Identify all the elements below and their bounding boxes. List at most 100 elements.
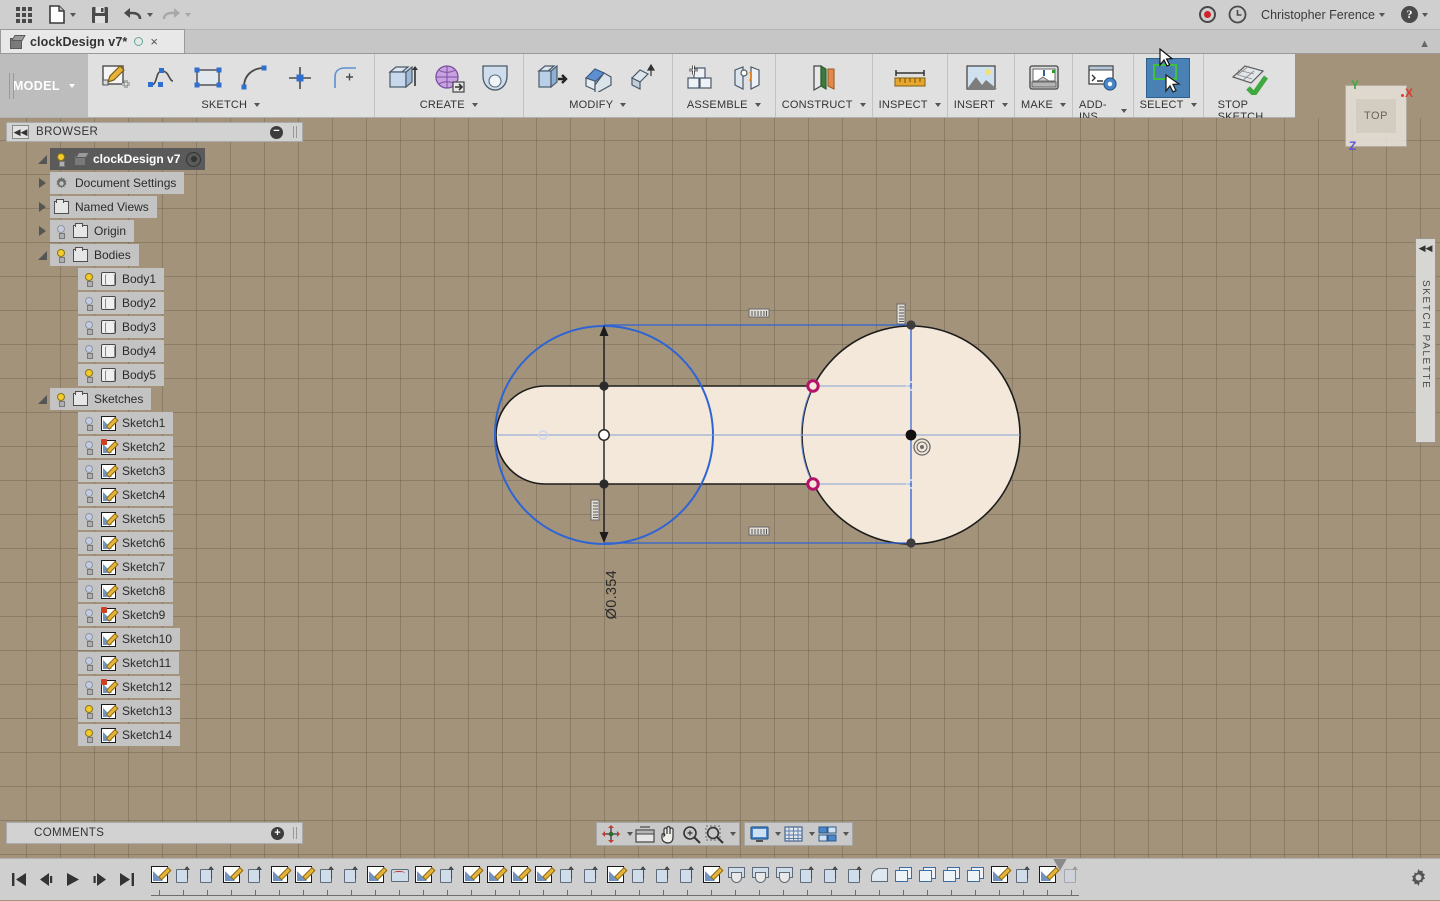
timeline-feature-sketch[interactable]: [220, 863, 243, 886]
fillet-button[interactable]: [576, 58, 620, 98]
close-icon[interactable]: ×: [150, 35, 158, 48]
tree-item-sketch13[interactable]: Sketch13: [78, 700, 180, 722]
tree-item-bodies[interactable]: Bodies: [50, 244, 139, 266]
visibility-bulb-icon[interactable]: [82, 464, 95, 479]
timeline-feature-extrude[interactable]: [652, 863, 675, 886]
timeline-feature-loft[interactable]: [388, 863, 411, 886]
undo-button[interactable]: [120, 1, 156, 29]
chevron-down-icon[interactable]: [843, 832, 849, 836]
timeline-feature-sketch[interactable]: [700, 863, 723, 886]
visibility-bulb-icon[interactable]: [82, 608, 95, 623]
vertical-constraint-icon-right[interactable]: [895, 303, 907, 325]
timeline-feature-sketch[interactable]: [1036, 863, 1059, 886]
measure-button[interactable]: [888, 58, 932, 98]
help-menu[interactable]: ?: [1399, 6, 1430, 23]
create-sketch-button[interactable]: [94, 58, 138, 98]
skip-to-beginning-button[interactable]: [8, 868, 30, 892]
visibility-bulb-icon[interactable]: [82, 416, 95, 431]
tree-item-sketch6[interactable]: Sketch6: [78, 532, 173, 554]
timeline-feature-extrude[interactable]: [1012, 863, 1035, 886]
visibility-bulb-icon[interactable]: [54, 152, 67, 167]
activate-component-icon[interactable]: [186, 152, 201, 167]
new-document-button[interactable]: [44, 1, 80, 29]
visibility-bulb-icon[interactable]: [82, 440, 95, 455]
collapse-ribbon-icon[interactable]: ▲: [1419, 38, 1430, 50]
visibility-bulb-icon[interactable]: [82, 272, 95, 287]
visibility-bulb-icon[interactable]: [82, 488, 95, 503]
tree-item-sketch1[interactable]: Sketch1: [78, 412, 173, 434]
visibility-bulb-icon[interactable]: [54, 248, 67, 263]
timeline-feature-extrude[interactable]: [796, 863, 819, 886]
tree-item-sketch4[interactable]: Sketch4: [78, 484, 173, 506]
3d-print-button[interactable]: [1022, 58, 1066, 98]
ribbon-group-label[interactable]: SKETCH: [201, 99, 260, 111]
visibility-bulb-icon[interactable]: [54, 224, 67, 239]
timeline-settings-button[interactable]: [1409, 868, 1428, 887]
visibility-bulb-icon[interactable]: [82, 368, 95, 383]
job-status-button[interactable]: [1228, 5, 1247, 24]
visibility-bulb-icon[interactable]: [82, 296, 95, 311]
rectangle-button[interactable]: [186, 58, 230, 98]
step-forward-button[interactable]: [89, 868, 111, 892]
timeline-feature-sketch[interactable]: [292, 863, 315, 886]
press-pull-button[interactable]: [530, 58, 574, 98]
viewport-layout-button[interactable]: [816, 824, 838, 844]
timeline-feature-extrude[interactable]: [844, 863, 867, 886]
workspace-switcher[interactable]: MODEL: [0, 54, 88, 117]
visibility-bulb-icon[interactable]: [82, 320, 95, 335]
timeline-feature-extrude[interactable]: [436, 863, 459, 886]
tree-item-body5[interactable]: Body5: [78, 364, 164, 386]
timeline-feature-extrude[interactable]: [1060, 863, 1083, 886]
chevron-down-icon[interactable]: [809, 832, 815, 836]
chamfer-button[interactable]: [622, 58, 666, 98]
spline-button[interactable]: [140, 58, 184, 98]
horizontal-constraint-icon-bottom[interactable]: [748, 525, 770, 537]
timeline-feature-extrude[interactable]: [340, 863, 363, 886]
visibility-bulb-icon[interactable]: [82, 656, 95, 671]
screen-record-button[interactable]: [1199, 6, 1216, 23]
tree-item-body4[interactable]: Body4: [78, 340, 164, 362]
sketch-palette-panel[interactable]: ◀◀ SKETCH PALETTE: [1415, 238, 1436, 443]
timeline-feature-extrude[interactable]: [172, 863, 195, 886]
chevron-down-icon[interactable]: [775, 832, 781, 836]
timeline-feature-extrude[interactable]: [820, 863, 843, 886]
display-settings-button[interactable]: [748, 824, 770, 844]
add-comment-icon[interactable]: +: [271, 827, 284, 840]
visibility-bulb-icon[interactable]: [82, 704, 95, 719]
extrude-button[interactable]: [381, 58, 425, 98]
comments-panel[interactable]: COMMENTS +: [6, 822, 303, 844]
timeline-feature-extrude[interactable]: [676, 863, 699, 886]
timeline-feature-pattern[interactable]: [916, 863, 939, 886]
timeline-feature-extrude[interactable]: [580, 863, 603, 886]
tree-item-sketch2[interactable]: Sketch2: [78, 436, 173, 458]
expander-collapsed[interactable]: [34, 171, 50, 195]
offset-plane-button[interactable]: [802, 58, 846, 98]
collapse-icon[interactable]: ◀◀: [1419, 243, 1433, 254]
diameter-dimension-label[interactable]: Ø0.354: [604, 570, 620, 619]
timeline-feature-pattern[interactable]: [964, 863, 987, 886]
visibility-bulb-icon[interactable]: [82, 632, 95, 647]
fit-view-button[interactable]: [634, 824, 656, 844]
ribbon-group-label[interactable]: INSERT: [954, 99, 1008, 111]
timeline-feature-sketch[interactable]: [364, 863, 387, 886]
timeline-feature-revolve[interactable]: [748, 863, 771, 886]
tree-item-origin[interactable]: Origin: [50, 220, 134, 242]
panel-grip[interactable]: [293, 126, 297, 138]
tree-item-body2[interactable]: Body2: [78, 292, 164, 314]
collapse-browser-icon[interactable]: ◀◀: [12, 125, 29, 139]
vertical-constraint-icon-left[interactable]: [589, 499, 601, 521]
tree-item-sketches[interactable]: Sketches: [50, 388, 151, 410]
expander-collapsed[interactable]: [34, 219, 50, 243]
timeline-feature-extrude[interactable]: [196, 863, 219, 886]
visibility-bulb-icon[interactable]: [82, 512, 95, 527]
timeline-feature-sketch[interactable]: [508, 863, 531, 886]
visibility-bulb-icon[interactable]: [82, 536, 95, 551]
timeline-feature-sketch[interactable]: [484, 863, 507, 886]
arc-button[interactable]: [232, 58, 276, 98]
expander-expanded[interactable]: [34, 147, 50, 171]
play-button[interactable]: [62, 868, 84, 892]
visibility-bulb-icon[interactable]: [54, 392, 67, 407]
point-button[interactable]: [278, 58, 322, 98]
timeline-feature-sketch[interactable]: [988, 863, 1011, 886]
tree-item-sketch8[interactable]: Sketch8: [78, 580, 173, 602]
